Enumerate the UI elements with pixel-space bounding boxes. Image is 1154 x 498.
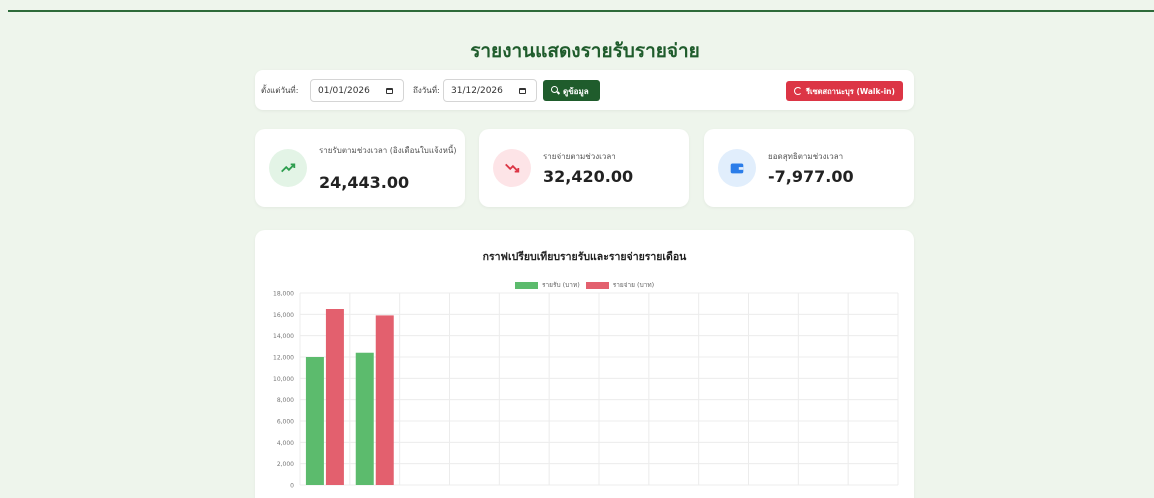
expense-card: รายจ่ายตามช่วงเวลา 32,420.00 [479, 129, 689, 207]
y-tick-label: 16,000 [273, 312, 294, 319]
search-button-label: ดูข้อมูล [563, 87, 589, 96]
to-date-input[interactable]: 31/12/2026 [443, 79, 537, 102]
to-date-value: 31/12/2026 [451, 86, 503, 96]
filter-bar: ตั้งแต่วันที่: 01/01/2026 ถึงวันที่: 31/… [255, 70, 914, 110]
reset-icon [794, 87, 802, 95]
bar-expense[interactable] [375, 315, 394, 485]
reset-walkin-button[interactable]: รีเซตสถานะบุร (Walk-in) [786, 81, 903, 101]
chart-card: กราฟเปรียบเทียบรายรับและรายจ่ายรายเดือน … [255, 230, 914, 498]
calendar-icon[interactable] [386, 88, 393, 94]
y-tick-label: 14,000 [273, 333, 294, 340]
wallet-icon [718, 149, 756, 187]
income-card-label: รายรับตามช่วงเวลา (อิงเดือนใบแจ้งหนี้) [319, 146, 457, 155]
bar-chart: 0 2,000 4,000 6,000 8,000 10,000 12,000 14,000 1… [273, 291, 899, 490]
top-border [8, 10, 1154, 12]
expense-card-label: รายจ่ายตามช่วงเวลา [543, 152, 616, 161]
net-card: ยอดสุทธิตามช่วงเวลา -7,977.00 [704, 129, 914, 207]
y-tick-label: 8,000 [277, 397, 294, 404]
search-icon [551, 86, 558, 93]
y-tick-label: 4,000 [277, 440, 294, 447]
y-tick-label: 18,000 [273, 291, 294, 298]
y-tick-label: 0 [290, 483, 294, 490]
y-tick-label: 12,000 [273, 355, 294, 362]
net-card-label: ยอดสุทธิตามช่วงเวลา [768, 152, 844, 161]
from-date-value: 01/01/2026 [318, 86, 370, 96]
to-date-label: ถึงวันที่: [413, 86, 440, 95]
calendar-icon[interactable] [519, 88, 526, 94]
bar-income[interactable] [355, 352, 374, 485]
income-card-value: 24,443.00 [319, 173, 410, 192]
search-button[interactable]: ดูข้อมูล [543, 80, 600, 101]
page-title: รายงานแสดงรายรับรายจ่าย [470, 40, 700, 62]
bar-expense[interactable] [325, 309, 344, 485]
net-card-value: -7,977.00 [768, 167, 854, 186]
from-date-input[interactable]: 01/01/2026 [310, 79, 404, 102]
y-tick-label: 10,000 [273, 376, 294, 383]
from-date-label: ตั้งแต่วันที่: [261, 86, 299, 95]
income-card: รายรับตามช่วงเวลา (อิงเดือนใบแจ้งหนี้) 2… [255, 129, 465, 207]
expense-card-value: 32,420.00 [543, 167, 634, 186]
y-tick-label: 6,000 [277, 419, 294, 426]
y-tick-label: 2,000 [277, 461, 294, 468]
trending-up-icon [269, 149, 307, 187]
reset-button-label: รีเซตสถานะบุร (Walk-in) [806, 87, 895, 96]
trending-down-icon [493, 149, 531, 187]
bar-income[interactable] [305, 357, 324, 485]
